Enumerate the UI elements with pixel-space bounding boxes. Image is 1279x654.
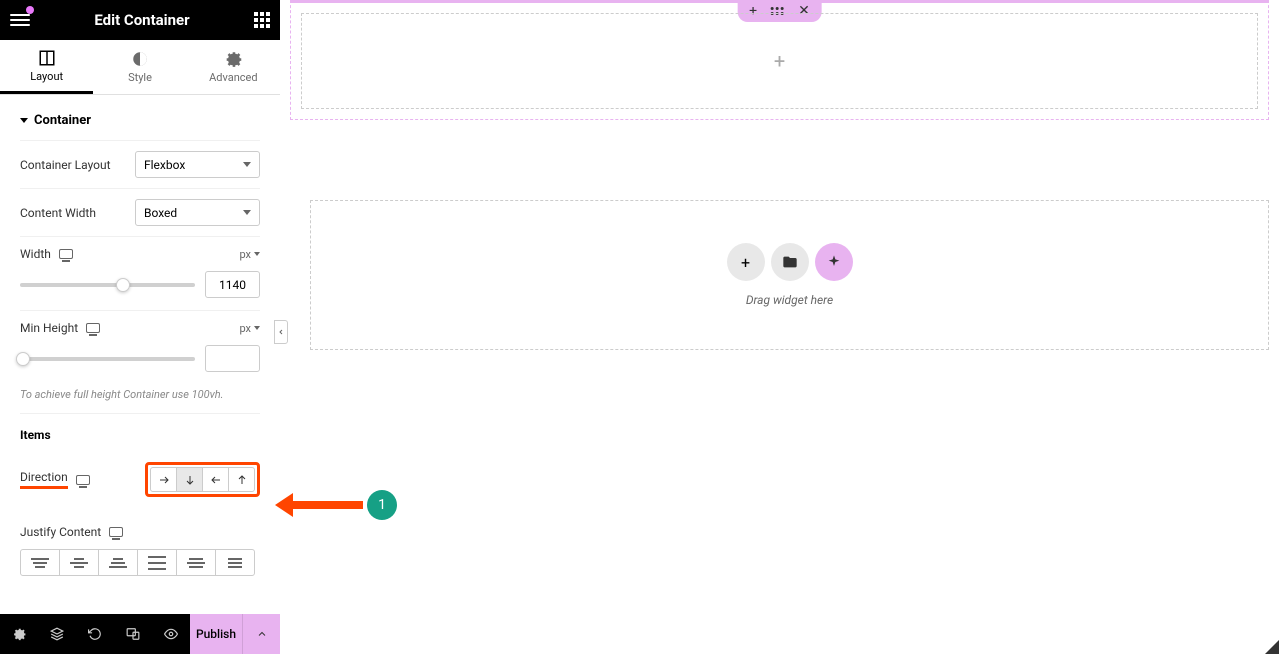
width-slider-row bbox=[20, 271, 260, 310]
add-widget-button[interactable]: + bbox=[727, 243, 765, 281]
editor-canvas: + ✕ + + Drag widget here bbox=[280, 0, 1279, 654]
collapse-sidebar-button[interactable] bbox=[274, 320, 288, 344]
section-title: Container bbox=[34, 113, 91, 128]
control-label: Width bbox=[20, 247, 73, 261]
tab-advanced[interactable]: Advanced bbox=[187, 40, 280, 94]
direction-column-reverse[interactable] bbox=[228, 467, 255, 492]
control-container-layout: Container Layout Flexbox bbox=[20, 140, 260, 188]
settings-icon[interactable] bbox=[0, 614, 38, 654]
editor-sidebar: Edit Container Layout Style Advanced Con… bbox=[0, 0, 280, 654]
container-layout-select[interactable]: Flexbox bbox=[135, 151, 260, 178]
publish-options[interactable] bbox=[242, 614, 280, 654]
sidebar-header: Edit Container bbox=[0, 0, 280, 40]
min-height-slider[interactable] bbox=[20, 357, 195, 361]
width-slider[interactable] bbox=[20, 283, 195, 287]
device-icon[interactable] bbox=[109, 527, 123, 537]
style-icon bbox=[131, 50, 149, 68]
justify-between[interactable] bbox=[137, 549, 177, 576]
width-input[interactable] bbox=[205, 271, 260, 298]
chevron-down-icon bbox=[243, 162, 251, 167]
direction-column[interactable] bbox=[176, 467, 203, 492]
chevron-down-icon bbox=[243, 210, 251, 215]
tab-layout[interactable]: Layout bbox=[0, 40, 93, 94]
gear-icon bbox=[224, 50, 242, 68]
unit-selector[interactable]: px bbox=[239, 322, 260, 335]
select-value: Boxed bbox=[144, 206, 177, 220]
direction-highlight bbox=[145, 462, 260, 497]
control-width: Width px bbox=[20, 236, 260, 271]
control-justify-content: Justify Content bbox=[20, 507, 260, 549]
section-container[interactable]: Container bbox=[20, 95, 260, 140]
direction-label: Direction bbox=[20, 470, 68, 489]
justify-end[interactable] bbox=[98, 549, 138, 576]
layout-icon bbox=[38, 49, 56, 67]
chevron-down-icon bbox=[254, 252, 260, 256]
min-height-input[interactable] bbox=[205, 345, 260, 372]
section-items: Items bbox=[20, 413, 260, 452]
control-label: Content Width bbox=[20, 206, 96, 220]
device-icon[interactable] bbox=[59, 249, 73, 259]
widget-buttons: + bbox=[727, 243, 853, 281]
select-value: Flexbox bbox=[144, 158, 185, 172]
layers-icon[interactable] bbox=[38, 614, 76, 654]
justify-around[interactable] bbox=[176, 549, 216, 576]
control-label: Min Height bbox=[20, 321, 100, 335]
history-icon[interactable] bbox=[76, 614, 114, 654]
widget-drop-area[interactable]: + Drag widget here bbox=[310, 200, 1269, 350]
control-direction: Direction bbox=[20, 452, 260, 507]
plus-icon: + bbox=[774, 49, 785, 73]
justify-center[interactable] bbox=[59, 549, 99, 576]
apps-grid-icon[interactable] bbox=[254, 12, 270, 28]
control-min-height: Min Height px bbox=[20, 310, 260, 345]
min-height-label: Min Height bbox=[20, 321, 78, 335]
direction-row-reverse[interactable] bbox=[202, 467, 229, 492]
container-element[interactable]: + ✕ + bbox=[290, 0, 1269, 120]
device-icon[interactable] bbox=[86, 323, 100, 333]
min-height-slider-row bbox=[20, 345, 260, 384]
width-label: Width bbox=[20, 247, 51, 261]
caret-down-icon bbox=[20, 118, 28, 123]
justify-label: Justify Content bbox=[20, 525, 101, 539]
publish-button[interactable]: Publish bbox=[190, 614, 242, 654]
height-help-text: To achieve full height Container use 100… bbox=[20, 384, 260, 413]
ai-button[interactable] bbox=[815, 243, 853, 281]
tab-label: Advanced bbox=[209, 71, 257, 84]
justify-evenly[interactable] bbox=[215, 549, 255, 576]
resize-corner[interactable] bbox=[1265, 640, 1279, 654]
control-label: Direction bbox=[20, 470, 90, 489]
panel-body: Container Container Layout Flexbox Conte… bbox=[0, 95, 280, 614]
device-icon[interactable] bbox=[76, 475, 90, 485]
control-label: Justify Content bbox=[20, 525, 123, 539]
tab-label: Layout bbox=[30, 70, 63, 83]
justify-button-group bbox=[20, 549, 260, 596]
chevron-down-icon bbox=[254, 326, 260, 330]
direction-button-group bbox=[150, 467, 255, 492]
direction-row[interactable] bbox=[150, 467, 177, 492]
unit-selector[interactable]: px bbox=[239, 248, 260, 261]
justify-start[interactable] bbox=[20, 549, 60, 576]
tab-style[interactable]: Style bbox=[93, 40, 186, 94]
control-content-width: Content Width Boxed bbox=[20, 188, 260, 236]
control-label: Container Layout bbox=[20, 158, 111, 172]
unit-value: px bbox=[239, 248, 251, 261]
content-width-select[interactable]: Boxed bbox=[135, 199, 260, 226]
panel-tabs: Layout Style Advanced bbox=[0, 40, 280, 95]
tab-label: Style bbox=[128, 71, 152, 84]
preview-icon[interactable] bbox=[152, 614, 190, 654]
drag-widget-text: Drag widget here bbox=[746, 293, 833, 307]
folder-button[interactable] bbox=[771, 243, 809, 281]
hamburger-icon[interactable] bbox=[10, 10, 30, 30]
bottom-bar: Publish bbox=[0, 614, 280, 654]
header-title: Edit Container bbox=[30, 11, 254, 29]
responsive-icon[interactable] bbox=[114, 614, 152, 654]
unit-value: px bbox=[239, 322, 251, 335]
drop-zone[interactable]: + bbox=[301, 13, 1258, 109]
